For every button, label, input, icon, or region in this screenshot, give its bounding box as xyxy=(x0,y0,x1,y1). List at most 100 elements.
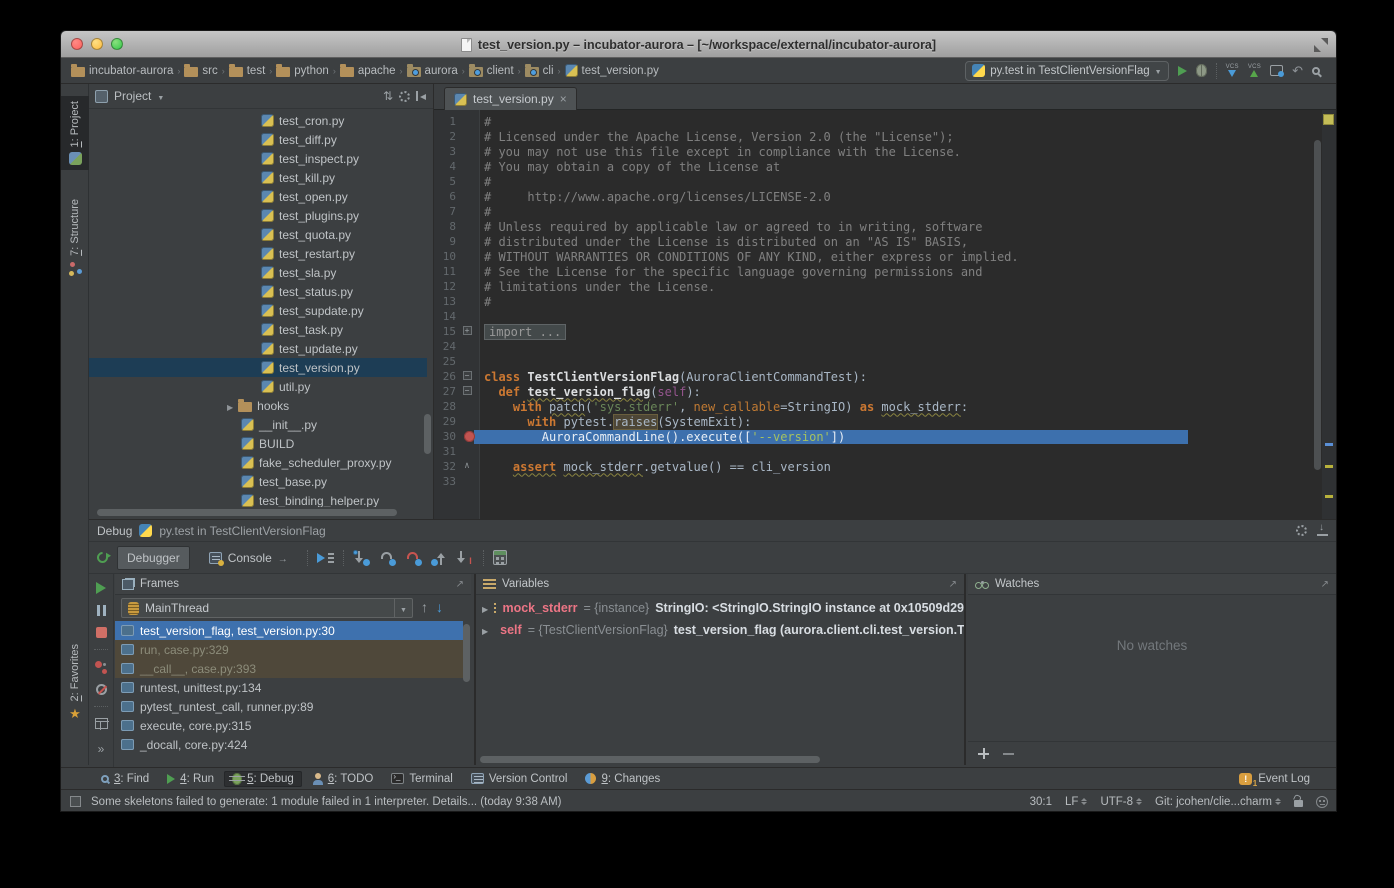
gear-icon[interactable] xyxy=(1296,525,1307,536)
tree-item[interactable]: test_status.py xyxy=(89,282,427,301)
code-line[interactable]: 9# distributed under the License is dist… xyxy=(434,234,1322,249)
code-line[interactable]: 8# Unless required by applicable law or … xyxy=(434,219,1322,234)
code-line[interactable]: 24 xyxy=(434,339,1322,354)
frame-item[interactable]: runtest, unittest.py:134 xyxy=(115,678,463,697)
search-icon[interactable] xyxy=(1312,67,1320,75)
tree-item[interactable]: test_restart.py xyxy=(89,244,427,263)
tree-item[interactable]: BUILD xyxy=(89,434,427,453)
tree-item[interactable]: test_inspect.py xyxy=(89,149,427,168)
frame-item[interactable]: pytest_runtest_call, runner.py:89 xyxy=(115,697,463,716)
tool-window-button-structure[interactable]: 7: Structure xyxy=(61,194,89,279)
code-line[interactable]: 25 xyxy=(434,354,1322,369)
tree-item[interactable]: test_open.py xyxy=(89,187,427,206)
tree-item[interactable]: test_cron.py xyxy=(89,111,427,130)
expand-arrow-icon[interactable] xyxy=(227,399,233,413)
tool-window-button-version-control[interactable]: Version Control xyxy=(463,771,576,787)
tab-debugger[interactable]: Debugger xyxy=(117,546,190,570)
breadcrumb-item[interactable]: client xyxy=(469,65,514,77)
float-panel-icon[interactable] xyxy=(456,578,464,590)
status-message[interactable]: Some skeletons failed to generate: 1 mod… xyxy=(91,796,561,808)
caret-position-widget[interactable]: 30:1 xyxy=(1030,796,1052,808)
code-line[interactable]: 15+import ... xyxy=(434,324,1322,339)
tree-item[interactable]: __init__.py xyxy=(89,415,427,434)
run-to-cursor-icon[interactable]: I xyxy=(457,550,474,566)
tree-item[interactable]: test_base.py xyxy=(89,472,427,491)
warning-mark[interactable] xyxy=(1325,465,1333,468)
fullscreen-icon[interactable] xyxy=(1314,38,1328,52)
code-area[interactable]: 1#2# Licensed under the Apache License, … xyxy=(434,110,1336,519)
breadcrumb-item[interactable]: test xyxy=(229,65,266,77)
run-config-select[interactable]: py.test in TestClientVersionFlag xyxy=(965,61,1168,81)
horizontal-scrollbar[interactable] xyxy=(480,756,820,763)
hide-panel-icon[interactable] xyxy=(416,91,427,101)
code-line[interactable]: 13# xyxy=(434,294,1322,309)
line-ending-widget[interactable]: LF xyxy=(1065,796,1087,808)
frame-item[interactable]: __call__, case.py:393 xyxy=(115,659,463,678)
tree-item[interactable]: test_supdate.py xyxy=(89,301,427,320)
variable-item[interactable]: mock_stderr = {instance} StringIO: <Stri… xyxy=(476,597,964,619)
tool-window-button-find[interactable]: 3: Find xyxy=(93,771,157,787)
thread-select[interactable]: MainThread xyxy=(121,598,413,618)
chevron-down-icon[interactable] xyxy=(157,89,164,103)
close-icon[interactable] xyxy=(560,92,567,106)
code-line[interactable]: 32∧ assert mock_stderr.getvalue() == cli… xyxy=(434,459,1322,474)
code-line[interactable]: 5# xyxy=(434,174,1322,189)
tree-item[interactable]: util.py xyxy=(89,377,427,396)
breadcrumb-item[interactable]: incubator-aurora xyxy=(71,65,173,77)
code-line[interactable]: 10# WITHOUT WARRANTIES OR CONDITIONS OF … xyxy=(434,249,1322,264)
float-panel-icon[interactable] xyxy=(949,578,957,590)
fold-marker-icon[interactable]: − xyxy=(460,386,474,397)
evaluate-expression-icon[interactable] xyxy=(493,550,507,565)
editor-tab-test-version[interactable]: test_version.py xyxy=(444,87,577,110)
code-line[interactable]: 7# xyxy=(434,204,1322,219)
debug-button[interactable] xyxy=(1196,64,1207,77)
run-button[interactable] xyxy=(1178,66,1187,76)
rerun-icon[interactable] xyxy=(95,550,111,566)
tool-window-button-todo[interactable]: 6: TODO xyxy=(304,771,382,787)
tree-item[interactable]: test_quota.py xyxy=(89,225,427,244)
tab-console[interactable]: Console xyxy=(199,546,298,570)
code-line[interactable]: 11# See the License for the specific lan… xyxy=(434,264,1322,279)
code-line[interactable]: 28 with patch('sys.stderr', new_callable… xyxy=(434,399,1322,414)
breadcrumb-item[interactable]: src xyxy=(184,65,217,77)
fold-marker-icon[interactable]: − xyxy=(460,371,474,382)
code-line[interactable]: 14 xyxy=(434,309,1322,324)
breadcrumb-item[interactable]: apache xyxy=(340,65,396,77)
breadcrumb-item[interactable]: cli xyxy=(525,65,554,77)
vertical-scrollbar[interactable] xyxy=(424,414,431,454)
code-line[interactable]: 3# you may not use this file except in c… xyxy=(434,144,1322,159)
step-out-icon[interactable] xyxy=(431,550,448,566)
breadcrumb-item[interactable]: test_version.py xyxy=(565,64,659,77)
float-panel-icon[interactable] xyxy=(1321,578,1329,590)
frame-item[interactable]: run, case.py:329 xyxy=(115,640,463,659)
frame-item[interactable]: execute, core.py:315 xyxy=(115,716,463,735)
pause-icon[interactable] xyxy=(97,605,106,616)
restore-layout-icon[interactable] xyxy=(95,718,108,729)
git-branch-widget[interactable]: Git: jcohen/clie...charm xyxy=(1155,796,1281,808)
variable-item[interactable]: self = {TestClientVersionFlag} test_vers… xyxy=(476,619,964,641)
code-line[interactable]: 2# Licensed under the Apache License, Ve… xyxy=(434,129,1322,144)
incoming-changes-icon[interactable] xyxy=(1270,65,1283,76)
frame-item[interactable]: _docall, core.py:424 xyxy=(115,735,463,754)
step-over-icon[interactable] xyxy=(379,550,396,566)
code-line[interactable]: 4# You may obtain a copy of the License … xyxy=(434,159,1322,174)
tree-item[interactable]: test_kill.py xyxy=(89,168,427,187)
code-line[interactable]: 33 xyxy=(434,474,1322,489)
horizontal-scrollbar[interactable] xyxy=(97,509,397,516)
collapse-all-icon[interactable] xyxy=(383,89,393,103)
more-icon[interactable] xyxy=(98,740,105,758)
view-breakpoints-icon[interactable] xyxy=(95,661,107,673)
code-line[interactable]: 29 with pytest.raises(SystemExit): xyxy=(434,414,1322,429)
add-watch-icon[interactable] xyxy=(978,748,989,759)
fold-marker-icon[interactable]: ∧ xyxy=(460,461,474,472)
tool-window-button-favorites[interactable]: 2: Favorites xyxy=(61,639,89,727)
encoding-widget[interactable]: UTF-8 xyxy=(1100,796,1142,808)
code-line[interactable]: 26−class TestClientVersionFlag(AuroraCli… xyxy=(434,369,1322,384)
vertical-scrollbar[interactable] xyxy=(1314,140,1321,470)
vcs-commit-button[interactable]: VCS xyxy=(1248,64,1261,77)
code-line[interactable]: 30 AuroraCommandLine().execute(['--versi… xyxy=(434,429,1322,444)
remove-watch-icon[interactable] xyxy=(1003,753,1014,755)
vcs-update-button[interactable]: VCS xyxy=(1226,64,1239,77)
gear-icon[interactable] xyxy=(399,91,410,102)
unlocked-icon[interactable] xyxy=(1294,800,1303,807)
